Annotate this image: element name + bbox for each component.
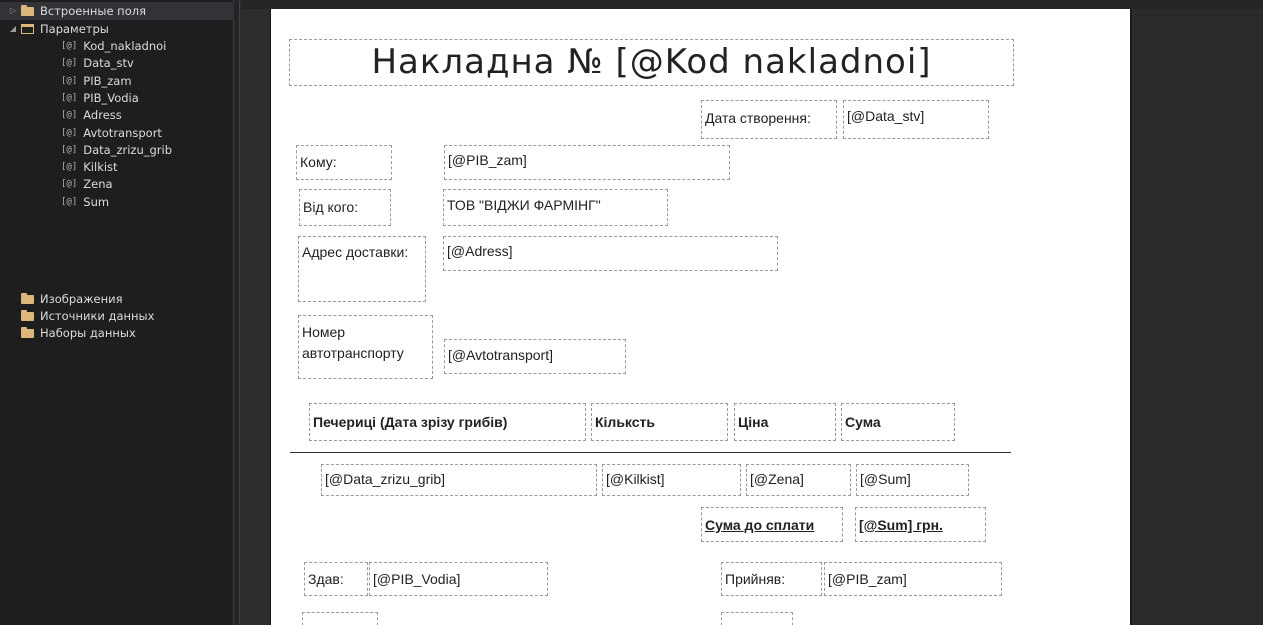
parameter-icon: [@] <box>61 144 78 155</box>
parameter-icon: [@] <box>61 162 78 173</box>
tree-item-param[interactable]: [@] Kod_nakladnoi <box>61 37 166 55</box>
row-quantity-field[interactable]: [@Kilkist] <box>602 464 741 496</box>
date-field[interactable]: [@Data_stv] <box>843 100 989 139</box>
tree-item-label: Data_stv <box>83 56 134 71</box>
tree-item-label: Параметры <box>40 22 109 36</box>
canvas-top-bar <box>241 0 1263 9</box>
address-field[interactable]: [@Adress] <box>443 236 778 271</box>
tree-item-builtin-fields[interactable]: ▷ Встроенные поля <box>0 2 234 20</box>
folder-icon <box>21 309 34 321</box>
received-field[interactable]: [@PIB_zam] <box>824 562 1002 596</box>
tree-item-label: PIB_Vodia <box>83 90 139 105</box>
tree-item-label: PIB_zam <box>83 73 132 88</box>
vehicle-field[interactable]: [@Avtotransport] <box>444 339 626 374</box>
total-label[interactable]: Сума до сплати <box>701 507 843 542</box>
tree-item-label: Avtotransport <box>83 125 162 140</box>
tree-item-param[interactable]: [@] PIB_Vodia <box>61 89 139 107</box>
tree-item-param[interactable]: [@] Avtotransport <box>61 124 162 142</box>
parameter-icon: [@] <box>61 75 78 86</box>
received-label[interactable]: Прийняв: <box>721 562 822 596</box>
tree-item-param[interactable]: [@] PIB_zam <box>61 72 132 90</box>
folder-icon <box>21 292 34 304</box>
parameter-icon: [@] <box>61 110 78 121</box>
column-header-quantity[interactable]: Кільксть <box>591 403 728 441</box>
report-title[interactable]: Накладна № [@Kod nakladnoi] <box>289 39 1014 86</box>
folder-icon <box>21 4 34 16</box>
canvas-margin-right <box>1134 9 1263 625</box>
table-divider <box>290 452 1011 453</box>
parameter-icon: [@] <box>61 179 78 190</box>
vehicle-label[interactable]: Номер автотранспорту <box>298 315 433 379</box>
tree-item-label: Zena <box>83 177 113 192</box>
tree-item-label: Изображения <box>40 292 123 306</box>
tree-item-param[interactable]: [@] Adress <box>61 106 122 124</box>
tree-item-label: Kod_nakladnoi <box>83 39 167 53</box>
from-field[interactable]: ТОВ "ВІДЖИ ФАРМІНГ" <box>443 189 668 226</box>
address-label[interactable]: Адрес доставки: <box>298 236 426 302</box>
tree-item-label: Встроенные поля <box>40 4 146 18</box>
column-header-price[interactable]: Ціна <box>734 403 836 441</box>
signature-label-receiver[interactable]: Підпис <box>721 612 793 625</box>
tree-item-datasets[interactable]: Наборы данных <box>21 324 136 342</box>
tree-item-param[interactable]: [@] Kilkist <box>61 158 118 176</box>
expand-arrow-icon[interactable]: ▷ <box>8 2 18 20</box>
handed-field[interactable]: [@PIB_Vodia] <box>369 562 548 596</box>
total-field[interactable]: [@Sum] грн. <box>855 507 986 542</box>
row-sum-field[interactable]: [@Sum] <box>856 464 969 496</box>
folder-open-icon <box>21 24 34 34</box>
tree-item-label: Sum <box>83 194 110 209</box>
report-data-tree: ▷ Встроенные поля ◢ Параметры [@] Kod_nak… <box>0 0 234 625</box>
parameter-icon: [@] <box>61 127 78 138</box>
folder-icon <box>21 326 34 338</box>
column-header-sum[interactable]: Сума <box>841 403 955 441</box>
to-label[interactable]: Кому: <box>296 145 392 180</box>
tree-item-images[interactable]: Изображения <box>21 290 123 308</box>
tree-item-label: Adress <box>83 108 122 123</box>
handed-label[interactable]: Здав: <box>304 562 368 596</box>
to-field[interactable]: [@PIB_zam] <box>444 145 730 180</box>
parameter-icon: [@] <box>61 196 78 207</box>
from-label[interactable]: Від кого: <box>299 189 391 226</box>
row-date-field[interactable]: [@Data_zrizu_grib] <box>321 464 597 496</box>
splitter[interactable] <box>234 0 240 625</box>
tree-item-param[interactable]: [@] Data_zrizu_grib <box>61 141 172 159</box>
tree-item-label: Наборы данных <box>40 326 136 340</box>
signature-label-sender[interactable]: Підпис <box>302 612 378 625</box>
parameter-icon: [@] <box>61 41 78 51</box>
tree-item-param[interactable]: [@] Sum <box>61 193 109 211</box>
collapse-arrow-icon[interactable]: ◢ <box>8 20 18 38</box>
tree-item-param[interactable]: [@] Data_stv <box>61 54 134 72</box>
parameter-icon: [@] <box>61 92 78 103</box>
tree-item-label: Data_zrizu_grib <box>83 142 173 157</box>
date-label[interactable]: Дата створення: <box>701 100 837 139</box>
parameter-icon: [@] <box>61 58 78 69</box>
tree-item-data-sources[interactable]: Источники данных <box>21 307 154 325</box>
column-header-product[interactable]: Печериці (Дата зрізу грибів) <box>309 403 586 441</box>
tree-item-param[interactable]: [@] Zena <box>61 175 113 193</box>
tree-item-label: Источники данных <box>40 309 155 323</box>
tree-item-label: Kilkist <box>83 160 118 175</box>
row-price-field[interactable]: [@Zena] <box>746 464 851 496</box>
tree-item-parameters[interactable]: ◢ Параметры <box>8 20 109 38</box>
report-page: Накладна № [@Kod nakladnoi] Дата створен… <box>270 9 1132 625</box>
